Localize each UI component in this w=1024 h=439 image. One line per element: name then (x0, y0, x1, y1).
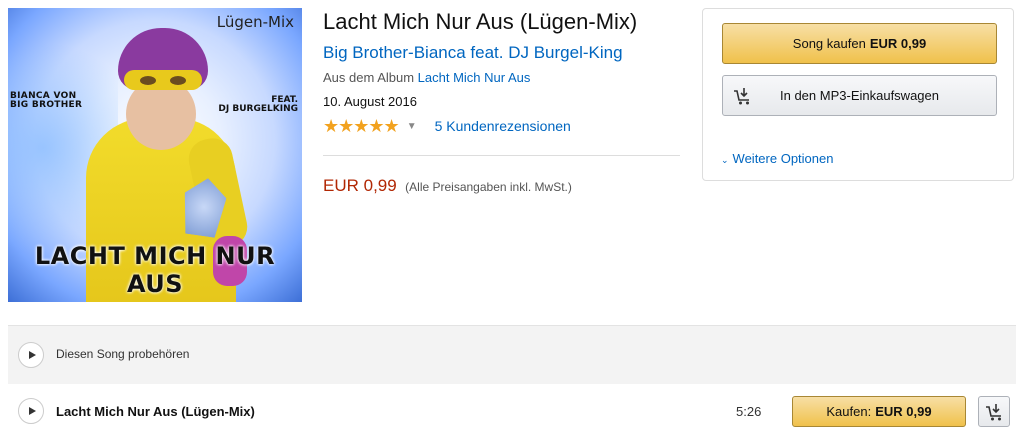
album-art-mix-label: Lügen-Mix (216, 13, 294, 31)
reviews-link[interactable]: 5 Kundenrezensionen (435, 118, 571, 134)
album-art-feat-line: DJ BURGELKING (218, 104, 298, 114)
more-options-link[interactable]: ⌄ Weitere Optionen (721, 151, 833, 166)
album-prefix: Aus dem Album (323, 70, 415, 85)
buy-track-label: Kaufen: (826, 404, 872, 419)
buy-track-price: EUR 0,99 (875, 404, 932, 419)
price: EUR 0,99 (323, 176, 397, 195)
preview-label: Diesen Song probehören (56, 347, 190, 361)
track-row: Lacht Mich Nur Aus (Lügen-Mix) 5:26 Kauf… (8, 384, 1016, 439)
price-note: (Alle Preisangaben inkl. MwSt.) (405, 180, 572, 194)
album-link[interactable]: Lacht Mich Nur Aus (418, 70, 531, 85)
album-art-artist-line: BIG BROTHER (10, 100, 83, 110)
track-title: Lacht Mich Nur Aus (Lügen-Mix) (56, 404, 255, 419)
play-icon[interactable] (18, 398, 44, 424)
play-icon[interactable] (18, 342, 44, 368)
more-options-label: Weitere Optionen (732, 151, 834, 166)
artist-link[interactable]: Big Brother-Bianca feat. DJ Burgel-King (323, 43, 623, 63)
buy-song-button[interactable]: Song kaufen EUR 0,99 (722, 23, 997, 64)
album-art-mask (124, 70, 202, 90)
add-to-cart-label: In den MP3-Einkaufswagen (780, 88, 939, 103)
star-rating-icon[interactable]: ★★★★★ (323, 116, 400, 137)
album-art-title: LACHT MICH NUR AUS (34, 242, 276, 298)
track-add-to-cart-button[interactable] (978, 396, 1010, 427)
rating-row: ★★★★★ ▼ 5 Kundenrezensionen (323, 116, 571, 136)
track-duration: 5:26 (736, 404, 762, 419)
album-art-feat-label: FEAT. DJ BURGELKING (218, 96, 298, 114)
product-title: Lacht Mich Nur Aus (Lügen-Mix) (323, 9, 638, 34)
preview-strip: Diesen Song probehören (8, 325, 1016, 384)
caret-down-icon[interactable]: ▼ (407, 121, 417, 132)
buy-song-price: EUR 0,99 (869, 36, 927, 51)
add-to-mp3-cart-button[interactable]: In den MP3-Einkaufswagen (722, 75, 997, 116)
release-date: 10. August 2016 (323, 94, 417, 109)
buy-box: Song kaufen EUR 0,99 In den MP3-Einkaufs… (702, 8, 1014, 181)
cart-add-icon (986, 404, 1001, 421)
buy-track-button[interactable]: Kaufen: EUR 0,99 (792, 396, 966, 427)
album-art-artist-label: BIANCA VON BIG BROTHER (10, 92, 82, 110)
album-art: Lügen-Mix BIANCA VON BIG BROTHER FEAT. D… (8, 8, 302, 302)
album-line: Aus dem Album Lacht Mich Nur Aus (323, 70, 530, 85)
divider (323, 155, 680, 156)
buy-song-label: Song kaufen (792, 36, 866, 51)
chevron-down-icon: ⌄ (721, 155, 729, 165)
price-line: EUR 0,99 (Alle Preisangaben inkl. MwSt.) (323, 176, 572, 196)
